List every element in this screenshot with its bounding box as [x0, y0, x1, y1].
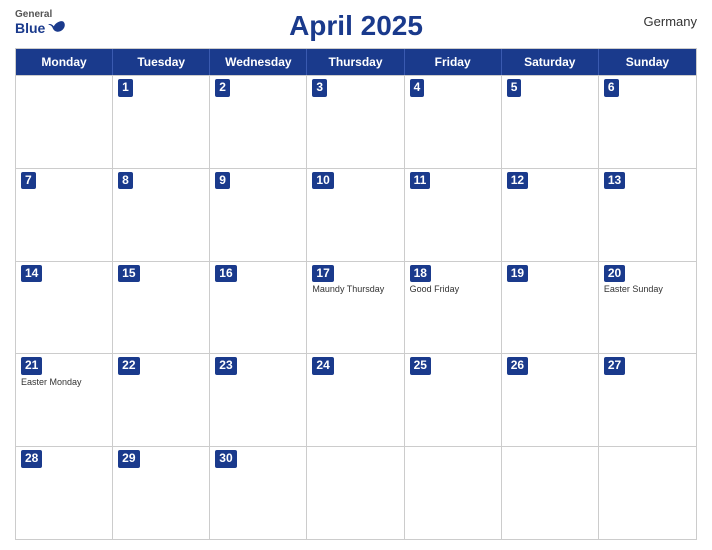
- calendar-cell: 2: [210, 76, 307, 168]
- calendar-cell: 15: [113, 262, 210, 354]
- calendar-cell: [307, 447, 404, 539]
- logo-blue: Blue: [15, 21, 45, 35]
- day-header-saturday: Saturday: [502, 49, 599, 75]
- cell-event-label: Maundy Thursday: [312, 284, 398, 295]
- page-title: April 2025: [289, 10, 423, 42]
- calendar-cell: 21 Easter Monday: [16, 354, 113, 446]
- cell-date-number: 28: [21, 450, 42, 468]
- cell-date-number: 21: [21, 357, 42, 375]
- calendar-cell: 19: [502, 262, 599, 354]
- cell-date-number: 18: [410, 265, 431, 283]
- calendar-cell: 28: [16, 447, 113, 539]
- calendar-header: MondayTuesdayWednesdayThursdayFridaySatu…: [16, 49, 696, 75]
- cell-date-number: 2: [215, 79, 230, 97]
- calendar-cell: 3: [307, 76, 404, 168]
- calendar-row-2: 14151617Maundy Thursday18Good Friday1920…: [16, 261, 696, 354]
- calendar-cell: 14: [16, 262, 113, 354]
- calendar-cell: 8: [113, 169, 210, 261]
- cell-date-number: 7: [21, 172, 36, 190]
- cell-date-number: 20: [604, 265, 625, 283]
- calendar-row-0: 1 2 3 4 5 6: [16, 75, 696, 168]
- cell-date-number: 27: [604, 357, 625, 375]
- cell-date-number: 25: [410, 357, 431, 375]
- calendar-cell: 4: [405, 76, 502, 168]
- cell-date-number: 5: [507, 79, 522, 97]
- calendar-cell: 10: [307, 169, 404, 261]
- logo: General Blue: [15, 10, 67, 36]
- calendar-cell: 17Maundy Thursday: [307, 262, 404, 354]
- calendar-cell: 11: [405, 169, 502, 261]
- calendar-page: General Blue April 2025 Germany MondayTu…: [0, 0, 712, 550]
- calendar-cell: 20Easter Sunday: [599, 262, 696, 354]
- calendar-row-4: 28 29 30: [16, 446, 696, 539]
- cell-date-number: 3: [312, 79, 327, 97]
- logo-bird-icon: [47, 20, 67, 36]
- calendar-cell: 7: [16, 169, 113, 261]
- page-header: General Blue April 2025 Germany: [15, 10, 697, 42]
- cell-date-number: 9: [215, 172, 230, 190]
- calendar-cell: 23: [210, 354, 307, 446]
- calendar-cell: [16, 76, 113, 168]
- logo-general: General: [15, 10, 67, 20]
- calendar-grid: MondayTuesdayWednesdayThursdayFridaySatu…: [15, 48, 697, 540]
- calendar-cell: 6: [599, 76, 696, 168]
- calendar-row-3: 21 Easter Monday 22 23 24 25 26 27: [16, 353, 696, 446]
- calendar-cell: 12: [502, 169, 599, 261]
- cell-date-number: 11: [410, 172, 431, 190]
- calendar-cell: 29: [113, 447, 210, 539]
- calendar-cell: 9: [210, 169, 307, 261]
- cell-date-number: 30: [215, 450, 236, 468]
- calendar-cell: [502, 447, 599, 539]
- cell-date-number: 17: [312, 265, 333, 283]
- calendar-cell: 16: [210, 262, 307, 354]
- cell-date-number: 29: [118, 450, 139, 468]
- calendar-cell: 22: [113, 354, 210, 446]
- calendar-cell: 18Good Friday: [405, 262, 502, 354]
- calendar-cell: 13: [599, 169, 696, 261]
- cell-date-number: 24: [312, 357, 333, 375]
- cell-date-number: 23: [215, 357, 236, 375]
- cell-event-label: Easter Sunday: [604, 284, 691, 295]
- calendar-cell: 27: [599, 354, 696, 446]
- cell-date-number: 10: [312, 172, 333, 190]
- calendar-cell: 24: [307, 354, 404, 446]
- cell-date-number: 6: [604, 79, 619, 97]
- cell-date-number: 19: [507, 265, 528, 283]
- cell-event-label: Good Friday: [410, 284, 496, 295]
- cell-date-number: 14: [21, 265, 42, 283]
- calendar-cell: 30: [210, 447, 307, 539]
- calendar-cell: 25: [405, 354, 502, 446]
- day-header-friday: Friday: [405, 49, 502, 75]
- day-header-wednesday: Wednesday: [210, 49, 307, 75]
- calendar-cell: [599, 447, 696, 539]
- cell-date-number: 8: [118, 172, 133, 190]
- day-header-tuesday: Tuesday: [113, 49, 210, 75]
- cell-date-number: 1: [118, 79, 133, 97]
- cell-date-number: 12: [507, 172, 528, 190]
- cell-date-number: 4: [410, 79, 425, 97]
- cell-date-number: 13: [604, 172, 625, 190]
- calendar-cell: 1: [113, 76, 210, 168]
- calendar-body: 1234567891011121314151617Maundy Thursday…: [16, 75, 696, 539]
- cell-event-label: Easter Monday: [21, 377, 107, 388]
- cell-date-number: 26: [507, 357, 528, 375]
- calendar-cell: 5: [502, 76, 599, 168]
- country-label: Germany: [644, 14, 697, 29]
- cell-date-number: 15: [118, 265, 139, 283]
- calendar-cell: 26: [502, 354, 599, 446]
- day-header-monday: Monday: [16, 49, 113, 75]
- cell-date-number: 16: [215, 265, 236, 283]
- day-header-thursday: Thursday: [307, 49, 404, 75]
- calendar-cell: [405, 447, 502, 539]
- cell-date-number: 22: [118, 357, 139, 375]
- calendar-row-1: 7 8 9 10 11 12 13: [16, 168, 696, 261]
- day-header-sunday: Sunday: [599, 49, 696, 75]
